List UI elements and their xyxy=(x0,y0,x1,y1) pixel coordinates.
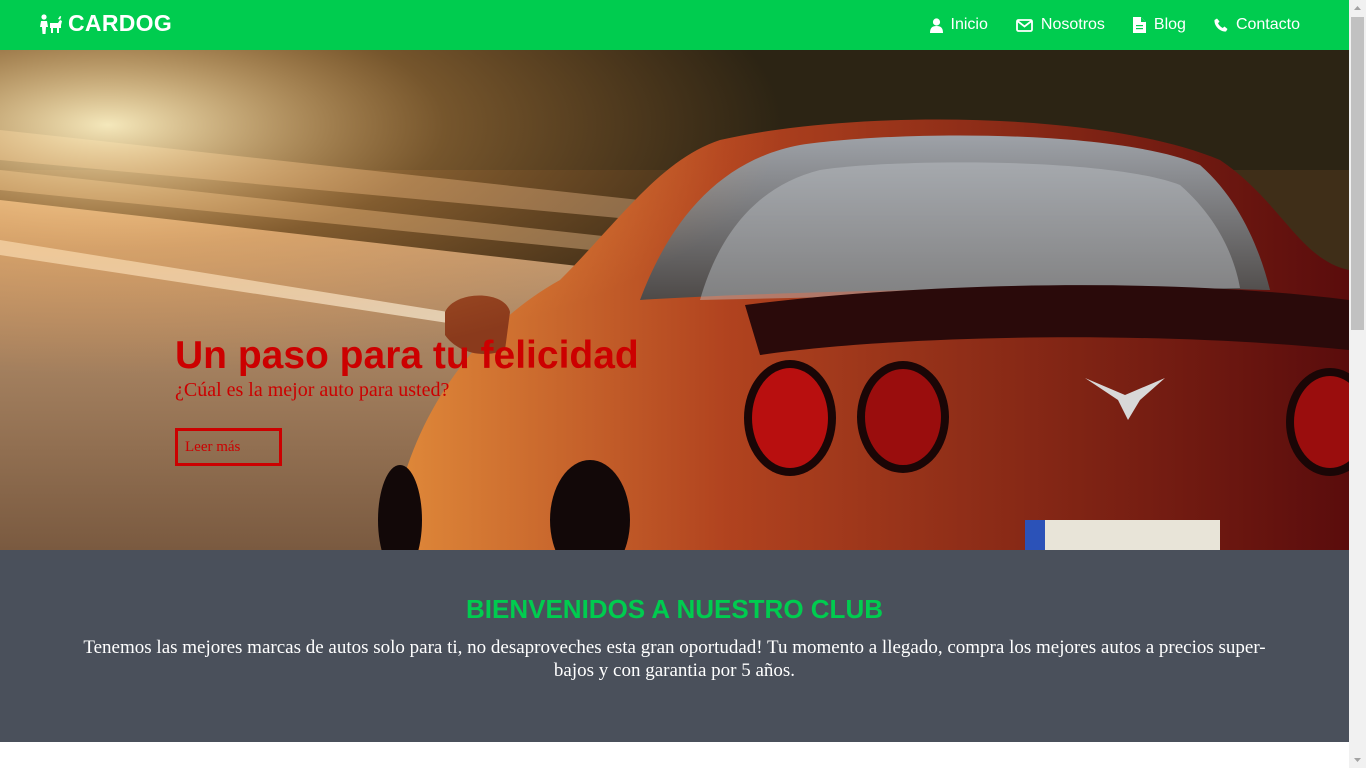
document-icon xyxy=(1132,17,1146,33)
phone-icon xyxy=(1214,18,1228,32)
brand-name: CARDOG xyxy=(68,10,173,36)
main-nav: Inicio Nosotros Blog Contacto xyxy=(902,0,1300,50)
nav-item-blog[interactable]: Blog xyxy=(1132,16,1186,34)
brand-logo[interactable]: CARDOG xyxy=(38,10,172,37)
welcome-title: BIENVENIDOS A NUESTRO CLUB xyxy=(466,594,883,624)
hero-subtitle: ¿Cúal es la mejor auto para usted? xyxy=(175,379,450,401)
welcome-section: BIENVENIDOS A NUESTRO CLUB Tenemos las m… xyxy=(0,550,1349,742)
scrollbar-thumb[interactable] xyxy=(1351,17,1364,330)
user-icon xyxy=(929,17,943,33)
nav-item-nosotros[interactable]: Nosotros xyxy=(1015,16,1105,34)
nav-item-inicio[interactable]: Inicio xyxy=(929,16,988,34)
nav-item-contacto[interactable]: Contacto xyxy=(1214,16,1300,34)
scroll-up-arrow-icon[interactable] xyxy=(1349,0,1366,17)
page: CARDOG Inicio Nosotros Blog Contacto Un … xyxy=(0,0,1349,768)
scroll-down-arrow-icon[interactable] xyxy=(1349,751,1366,768)
nav-label-inicio: Inicio xyxy=(950,16,988,33)
dog-person-icon xyxy=(40,13,62,34)
vertical-scrollbar[interactable] xyxy=(1349,0,1366,768)
hero-banner: Un paso para tu felicidad ¿Cúal es la me… xyxy=(0,50,1349,550)
sports-car-photo xyxy=(0,50,1349,550)
hero-title: Un paso para tu felicidad xyxy=(175,334,639,377)
envelope-icon xyxy=(1015,18,1033,32)
nav-label-contacto: Contacto xyxy=(1235,16,1300,33)
read-more-button[interactable]: Leer más xyxy=(175,428,282,466)
nav-label-nosotros: Nosotros xyxy=(1040,16,1105,33)
navbar: CARDOG Inicio Nosotros Blog Contacto xyxy=(0,0,1349,50)
welcome-text: Tenemos las mejores marcas de autos solo… xyxy=(83,637,1266,681)
nav-label-blog: Blog xyxy=(1153,16,1186,33)
